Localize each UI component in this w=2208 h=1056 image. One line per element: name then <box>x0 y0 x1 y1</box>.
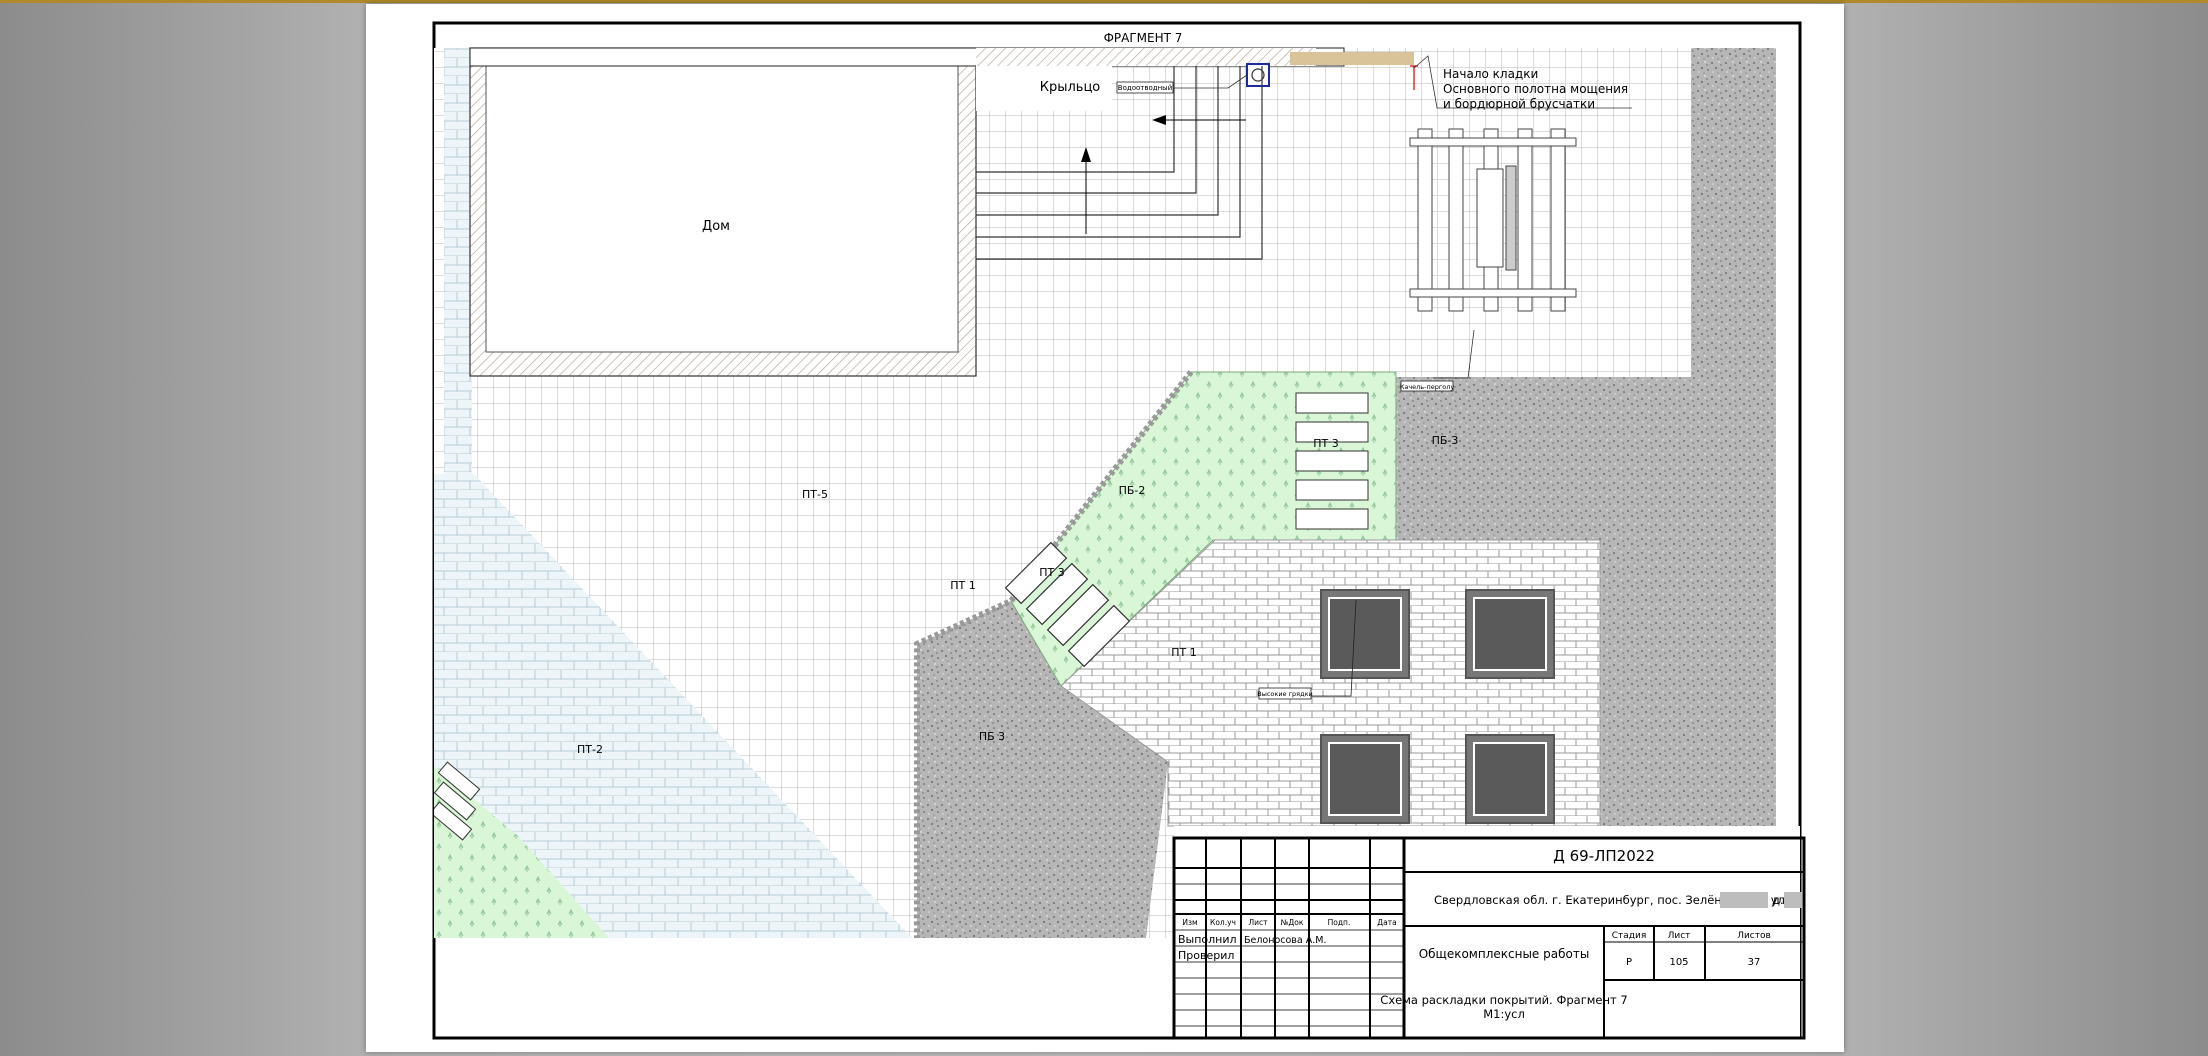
sheet-value: 105 <box>1669 957 1688 968</box>
sheets-label: Листов <box>1737 931 1771 941</box>
zone-label-pt5: ПТ-5 <box>802 488 828 501</box>
author-name: Белоносова А.М. <box>1244 935 1326 946</box>
drawing-title-line1: Схема раскладки покрытий. Фрагмент 7 <box>1380 993 1627 1007</box>
drawing-sheet: Дом Крыльцо Водоотводный Начало кладки О… <box>366 4 1844 1052</box>
zone-label-pt1-edge: ПТ 1 <box>950 579 976 592</box>
window-top-border <box>0 0 2208 3</box>
stage-label: Стадия <box>1612 931 1647 941</box>
work-type: Общекомплексные работы <box>1419 947 1590 961</box>
site-plan-drawing: Дом Крыльцо Водоотводный Начало кладки О… <box>432 21 1806 1040</box>
zone-label-pt3-upper: ПТ 3 <box>1313 437 1339 450</box>
redacted-street <box>1720 892 1768 908</box>
masonry-note-line3: и бордюрной брусчатки <box>1443 97 1595 111</box>
top-strip-sand <box>1290 52 1414 65</box>
porch-tag: Водоотводный <box>1118 84 1172 92</box>
redacted-house <box>1784 892 1802 908</box>
pergola-tag: Качель-перголу <box>1400 383 1455 391</box>
pt3-upper-slabs <box>1295 392 1369 530</box>
zone-label-pt2: ПТ-2 <box>577 743 603 756</box>
drawing-title-line2: М1:усл <box>1483 1007 1525 1021</box>
stage-value: Р <box>1626 957 1632 968</box>
house-interior <box>485 63 959 353</box>
masonry-note-line1: Начало кладки <box>1443 67 1538 81</box>
sheets-value: 37 <box>1748 957 1761 968</box>
header-sign: Подп. <box>1328 918 1351 927</box>
zone-label-pt1-center: ПТ 1 <box>1171 646 1197 659</box>
zone-label-pb2: ПБ-2 <box>1119 484 1146 497</box>
sheet-label: Лист <box>1668 931 1691 941</box>
beds-tag: Высокие грядки <box>1257 690 1312 698</box>
header-kol-uch: Кол.уч <box>1210 918 1236 927</box>
role-performed: Выполнил <box>1178 933 1237 946</box>
header-date: Дата <box>1377 918 1396 927</box>
drain-pit <box>1246 63 1270 87</box>
masonry-note-line2: Основного полотна мощения <box>1443 82 1628 96</box>
title-block: Д 69-ЛП2022 Свердловская обл. г. Екатери… <box>1172 826 1806 1040</box>
porch-label: Крыльцо <box>1040 80 1101 95</box>
doc-code: Д 69-ЛП2022 <box>1553 847 1655 865</box>
header-list: Лист <box>1248 918 1268 927</box>
zone-label-pb3-left: ПБ 3 <box>979 730 1005 743</box>
house-label: Дом <box>702 219 730 234</box>
role-checked: Проверил <box>1178 949 1234 962</box>
header-izm: Изм <box>1182 918 1197 927</box>
zone-label-pb3-right: ПБ-3 <box>1432 434 1459 447</box>
zone-label-pt3-lower: ПТ 3 <box>1039 566 1065 579</box>
header-doc-no: №Док <box>1281 918 1304 927</box>
address-house-prefix: д. <box>1772 893 1784 907</box>
fragment-title: ФРАГМЕНТ 7 <box>1104 31 1183 45</box>
